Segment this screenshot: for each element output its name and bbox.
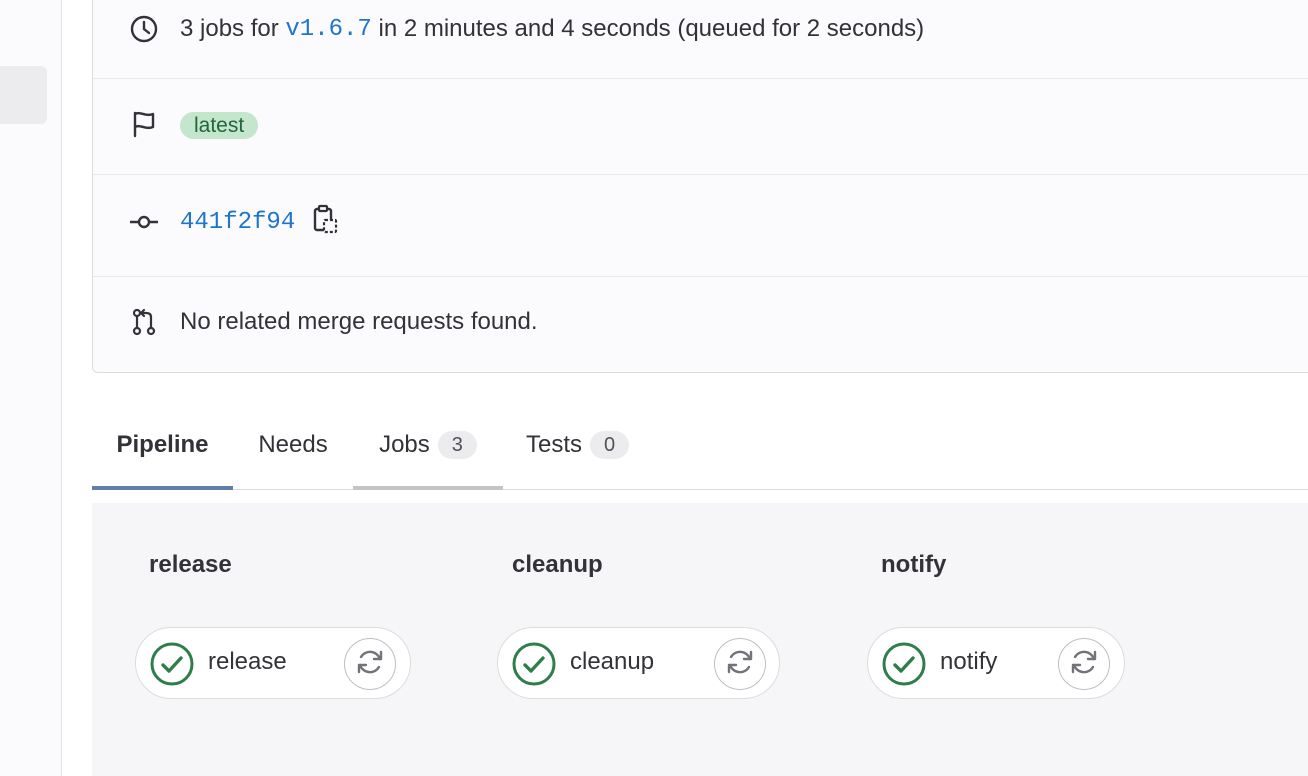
- pipeline-duration-text: 3 jobs for v1.6.7 in 2 minutes and 4 sec…: [180, 15, 924, 43]
- flag-icon: [129, 109, 159, 139]
- pipeline-graph: release release cleanup cleanup notify n…: [92, 503, 1308, 776]
- commit-icon: [129, 207, 159, 237]
- retry-icon: [355, 647, 385, 682]
- pipeline-duration-row: 3 jobs for v1.6.7 in 2 minutes and 4 sec…: [93, 0, 1308, 79]
- tab-needs[interactable]: Needs: [233, 400, 353, 489]
- job-release[interactable]: release: [135, 627, 411, 699]
- latest-badge: latest: [180, 112, 259, 139]
- tab-pipeline[interactable]: Pipeline: [92, 400, 233, 490]
- stage-title: release: [149, 551, 232, 578]
- tab-active-indicator: [92, 486, 233, 490]
- tab-pipeline-label: Pipeline: [116, 430, 209, 458]
- jobs-count-text: 3 jobs for: [180, 15, 279, 42]
- merge-requests-row: No related merge requests found.: [93, 276, 1308, 372]
- status-success-icon: [512, 642, 556, 686]
- retry-icon: [725, 647, 755, 682]
- duration-text: in 2 minutes and 4 seconds (queued for 2…: [378, 15, 925, 42]
- pipeline-badges-row: latest: [93, 78, 1308, 175]
- sidebar: [0, 0, 62, 776]
- commit-sha-link[interactable]: 441f2f94: [180, 209, 295, 236]
- stage-title: cleanup: [512, 551, 603, 578]
- status-success-icon: [150, 642, 194, 686]
- tab-tests-label: Tests: [526, 430, 583, 458]
- retry-job-button[interactable]: [1058, 638, 1110, 690]
- tests-count-badge: 0: [590, 430, 630, 459]
- ref-link[interactable]: v1.6.7: [285, 16, 371, 43]
- status-success-icon: [882, 642, 926, 686]
- tab-hover-indicator: [353, 486, 503, 490]
- commit-row: 441f2f94: [93, 174, 1308, 277]
- pipeline-page: 3 jobs for v1.6.7 in 2 minutes and 4 sec…: [0, 0, 1308, 776]
- copy-to-clipboard-icon: [312, 204, 338, 241]
- copy-sha-button[interactable]: [311, 204, 339, 237]
- sidebar-active-item[interactable]: [0, 66, 47, 124]
- merge-request-icon: [129, 307, 159, 337]
- tab-jobs[interactable]: Jobs 3: [353, 400, 503, 490]
- tab-tests[interactable]: Tests 0: [526, 400, 646, 489]
- tab-jobs-label: Jobs: [379, 430, 430, 458]
- retry-icon: [1069, 647, 1099, 682]
- retry-job-button[interactable]: [714, 638, 766, 690]
- job-name: notify: [940, 648, 998, 675]
- merge-requests-text: No related merge requests found.: [180, 308, 538, 335]
- job-notify[interactable]: notify: [867, 627, 1125, 699]
- job-name: release: [208, 648, 287, 675]
- pipeline-info-card: 3 jobs for v1.6.7 in 2 minutes and 4 sec…: [92, 0, 1308, 373]
- tab-needs-label: Needs: [258, 430, 328, 458]
- job-cleanup[interactable]: cleanup: [497, 627, 780, 699]
- job-name: cleanup: [570, 648, 655, 675]
- jobs-count-badge: 3: [437, 430, 477, 459]
- clock-icon: [129, 14, 159, 44]
- pipeline-tabs: Pipeline Needs Jobs 3 Tests 0: [92, 400, 1308, 490]
- retry-job-button[interactable]: [344, 638, 396, 690]
- stage-title: notify: [881, 551, 947, 578]
